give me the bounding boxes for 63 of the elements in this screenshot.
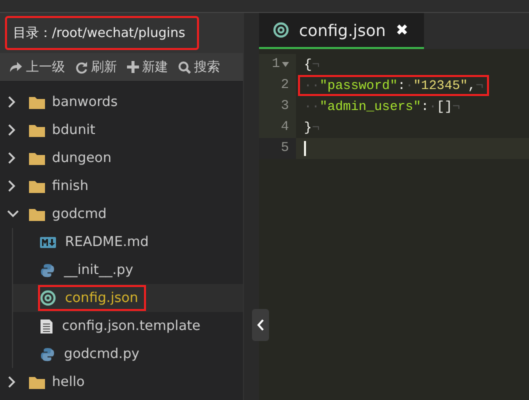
markdown-icon	[40, 236, 56, 248]
refresh-icon	[75, 60, 88, 74]
chevron-right-icon[interactable]	[7, 180, 17, 192]
collapse-panel-button[interactable]	[252, 309, 269, 341]
file-name: godcmd.py	[64, 346, 140, 362]
python-icon	[40, 262, 55, 278]
document-icon	[40, 318, 53, 334]
close-button[interactable]: ✖	[396, 21, 408, 39]
file-name: banwords	[52, 94, 118, 110]
file-tree-row[interactable]: godcmd.py	[13, 340, 243, 368]
file-name: config.json.template	[62, 318, 200, 334]
text-cursor	[304, 141, 306, 156]
file-tree-row[interactable]: finish	[0, 172, 243, 200]
search-icon	[178, 60, 191, 74]
file-name: dungeon	[52, 150, 112, 166]
line-number: 1	[272, 57, 280, 72]
chevron-right-icon[interactable]	[7, 124, 17, 136]
json-icon	[40, 290, 56, 306]
line-number: 4	[280, 120, 289, 135]
file-tree-row[interactable]: banwords	[0, 88, 243, 116]
line-number: 2	[280, 78, 289, 93]
editor-tab[interactable]: config.json ✖	[259, 13, 424, 49]
file-tree-row[interactable]: config.json.template	[13, 312, 243, 340]
directory-path: 目录：/root/wechat/plugins	[5, 16, 200, 50]
folder-icon	[29, 376, 45, 388]
toolbar-button[interactable]: 上一级	[9, 58, 65, 76]
fold-toggle-icon[interactable]	[282, 62, 289, 67]
file-tree-row[interactable]: config.json	[13, 284, 243, 312]
folder-icon	[29, 180, 45, 192]
arrow-icon	[9, 61, 23, 73]
file-name: __init__.py	[64, 262, 134, 278]
file-tree-row[interactable]: godcmd	[0, 200, 243, 228]
code-line: {¬	[303, 56, 321, 74]
file-name: hello	[52, 374, 85, 390]
file-tree-row[interactable]: README.md	[13, 228, 243, 256]
line-number: 3	[280, 99, 289, 114]
file-tree-row[interactable]: bdunit	[0, 116, 243, 144]
chevron-right-icon[interactable]	[7, 376, 17, 388]
file-name: finish	[52, 178, 88, 194]
chevron-left-icon	[256, 319, 264, 331]
file-tree-row[interactable]: dungeon	[0, 144, 243, 172]
file-name: godcmd	[52, 206, 107, 222]
toolbar-button[interactable]: 搜索	[178, 58, 220, 76]
toolbar-button[interactable]: 新建	[127, 58, 168, 76]
code-line: ··"admin_users":·[]¬	[303, 98, 462, 116]
code-line: }¬	[303, 119, 321, 137]
chevron-right-icon[interactable]	[7, 96, 17, 108]
json-icon	[273, 22, 289, 38]
chevron-right-icon[interactable]	[7, 152, 17, 164]
folder-icon	[29, 96, 45, 108]
python-icon	[40, 346, 55, 362]
file-name: bdunit	[52, 122, 96, 138]
folder-icon	[29, 124, 45, 136]
file-name: README.md	[65, 234, 149, 250]
file-name: config.json	[65, 290, 138, 306]
file-tree-row[interactable]: __init__.py	[13, 256, 243, 284]
toolbar-button[interactable]: 刷新	[75, 58, 117, 76]
chevron-down-icon[interactable]	[7, 209, 19, 219]
folder-icon	[29, 208, 45, 220]
folder-icon	[29, 152, 45, 164]
line-number: 5	[280, 141, 289, 156]
file-tree-row[interactable]: hello	[0, 368, 243, 396]
plus-icon	[127, 61, 139, 73]
